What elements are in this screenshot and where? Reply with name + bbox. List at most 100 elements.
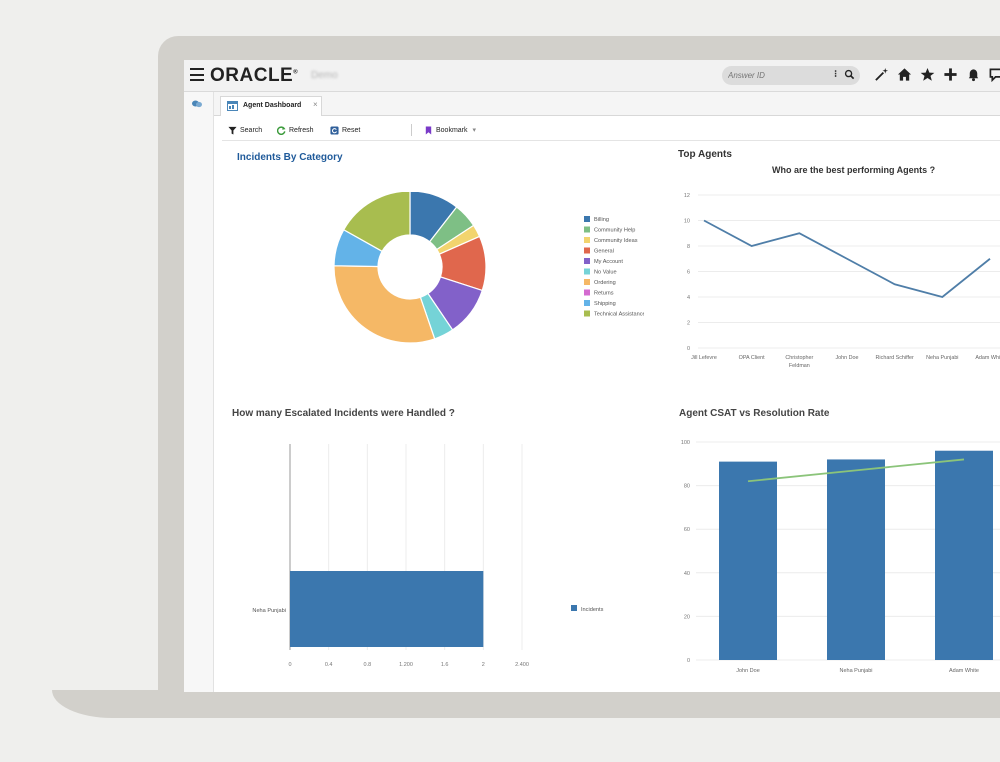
reset-button[interactable]: Reset xyxy=(330,124,360,136)
legend-swatch-ordering xyxy=(584,279,590,285)
reset-button-label: Reset xyxy=(342,126,361,134)
legend-label-ordering: Ordering xyxy=(594,280,616,286)
laptop-base xyxy=(52,690,1000,718)
home-icon[interactable] xyxy=(897,67,912,82)
plus-icon[interactable] xyxy=(943,67,958,82)
x-tick-label-adam-white: Adam White xyxy=(975,355,1000,361)
legend-swatch-returns xyxy=(584,289,590,296)
refresh-icon xyxy=(277,125,286,135)
tab-strip: Agent Dashboard × xyxy=(214,92,1000,116)
y-tick-label-neha-punjabi: Neha Punjabi xyxy=(252,608,286,614)
x-tick-label-opa-client: OPA Client xyxy=(739,355,765,361)
x-tick-label-richard-schiffer: Richard Schiffer xyxy=(876,355,914,361)
legend-swatch-incidents xyxy=(571,605,577,611)
legend-label-no-value: No Value xyxy=(594,270,617,276)
dashboard-icon xyxy=(227,101,238,111)
bar-john-doe xyxy=(719,461,777,660)
legend-swatch-general xyxy=(584,247,590,254)
chat-icon[interactable] xyxy=(989,67,1000,83)
bookmark-menu[interactable]: Bookmark ▾ xyxy=(424,124,476,136)
filter-icon xyxy=(228,126,237,135)
tab-label: Agent Dashboard xyxy=(243,102,302,109)
left-rail xyxy=(184,92,214,692)
legend-swatch-community-help xyxy=(584,226,590,233)
top-agents-title: Top Agents xyxy=(678,149,732,160)
legend-label-incidents: Incidents xyxy=(581,607,604,613)
caret-down-icon: ▾ xyxy=(472,127,477,134)
refresh-button-label: Refresh xyxy=(289,126,314,134)
report-toolbar: Search Refresh Reset Bookmark ▾ xyxy=(222,119,1000,141)
legend-label-shipping: Shipping xyxy=(594,301,616,307)
tab-agent-dashboard[interactable]: Agent Dashboard × xyxy=(220,96,322,116)
x-tick-label-john-doe: John Doe xyxy=(835,355,858,361)
x-tick-label: 2 xyxy=(482,662,485,668)
top-agents-subtitle: Who are the best performing Agents ? xyxy=(772,165,936,175)
search-icon[interactable] xyxy=(844,69,855,80)
escalated-incidents-bar-chart: 0 0.4 0.8 1.200 1.6 2 2.400 Neha Punjabi Inciden… xyxy=(252,444,604,668)
close-tab-icon[interactable]: × xyxy=(313,100,318,109)
x-tick-label: 1.200 xyxy=(399,662,413,668)
star-icon[interactable] xyxy=(920,67,935,82)
x-tick-label-jill-lefevre: Jill Lefevre xyxy=(691,355,717,361)
y-tick-label: 40 xyxy=(684,571,690,577)
x-tick-label-john-doe: John Doe xyxy=(736,668,760,674)
x-tick-label-neha-punjabi: Neha Punjabi xyxy=(926,355,958,361)
bar-adam-white xyxy=(935,450,993,660)
legend-swatch-community-ideas xyxy=(584,237,590,243)
y-tick-label: 100 xyxy=(681,440,690,446)
x-tick-label: 0.4 xyxy=(325,662,333,668)
bookmark-icon xyxy=(425,125,432,135)
legend-label-general: General xyxy=(594,249,614,255)
legend-label-community-ideas: Community Ideas xyxy=(594,238,638,244)
hamburger-menu-icon[interactable] xyxy=(190,68,204,81)
legend-swatch-my-account xyxy=(584,258,590,264)
bar-neha-punjabi xyxy=(290,571,484,647)
chat-bubbles-icon[interactable] xyxy=(192,100,202,108)
legend-label-billing: Billing xyxy=(594,217,609,223)
x-tick-label-adam-white: Adam White xyxy=(949,668,979,674)
incidents-donut-chart: Billing Community Help Community Ideas Gene… xyxy=(333,192,644,344)
refresh-button[interactable]: Refresh xyxy=(277,124,314,136)
x-tick-label-neha-punjabi: Neha Punjabi xyxy=(839,668,872,674)
search-button[interactable]: Search xyxy=(228,124,262,136)
legend-label-community-help: Community Help xyxy=(594,228,635,234)
bell-icon[interactable] xyxy=(966,67,981,82)
answer-id-input[interactable] xyxy=(728,69,828,82)
y-tick-label: 4 xyxy=(687,295,690,301)
legend-swatch-no-value xyxy=(584,268,590,275)
search-button-label: Search xyxy=(240,126,263,134)
y-tick-label: 2 xyxy=(687,321,690,327)
bookmark-label: Bookmark xyxy=(436,126,468,134)
legend-label-my-account: My Account xyxy=(594,259,623,265)
x-tick-label: 1.6 xyxy=(441,662,449,668)
x-tick-label-christopher: Christopher xyxy=(785,355,813,361)
x-tick-label-feldman: Feldman xyxy=(789,363,810,369)
y-tick-label: 8 xyxy=(687,244,690,250)
site-subtitle: Demo xyxy=(311,70,338,81)
x-tick-label: 0.8 xyxy=(364,662,372,668)
magic-wand-icon[interactable] xyxy=(874,67,889,82)
top-agents-line-chart: 0 2 4 6 8 10 12 Jill Lefevre OPA Client Christoph… xyxy=(684,193,1000,369)
agent-score-line xyxy=(703,219,991,298)
y-tick-label: 20 xyxy=(684,614,690,620)
x-tick-label: 0 xyxy=(288,662,291,668)
y-tick-label: 0 xyxy=(687,658,690,664)
legend-label-technical-assistance: Technical Assistance xyxy=(594,312,644,318)
reset-icon xyxy=(330,125,339,135)
legend-label-returns: Returns xyxy=(594,291,614,297)
incidents-by-category-title: Incidents By Category xyxy=(237,152,343,163)
toolbar-separator xyxy=(411,124,412,136)
legend-swatch-billing xyxy=(584,216,590,222)
legend-swatch-technical-assistance xyxy=(584,310,590,317)
legend-swatch-shipping xyxy=(584,300,590,306)
escalated-incidents-title: How many Escalated Incidents were Handle… xyxy=(232,408,455,419)
header-tools xyxy=(874,67,1000,85)
answer-search: ⁝ xyxy=(722,66,860,85)
x-tick-label: 2.400 xyxy=(515,662,529,668)
y-tick-label: 10 xyxy=(684,219,690,225)
y-tick-label: 12 xyxy=(684,193,690,199)
search-options-icon[interactable]: ⁝ xyxy=(834,69,837,80)
y-tick-label: 80 xyxy=(684,484,690,490)
y-tick-label: 0 xyxy=(687,346,690,352)
y-tick-label: 6 xyxy=(687,270,690,276)
